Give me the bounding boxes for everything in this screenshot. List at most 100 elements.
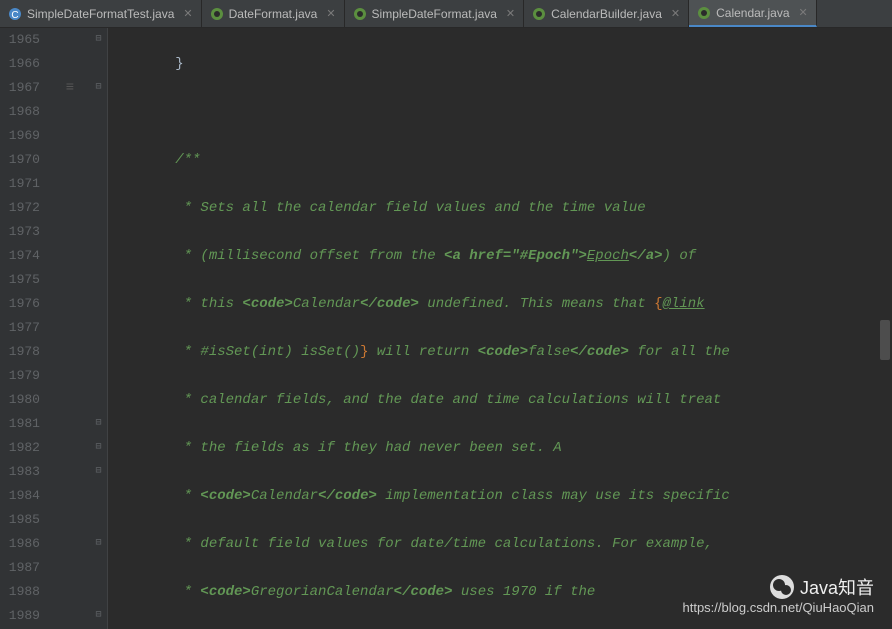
- fold-marker: [90, 100, 107, 124]
- fold-marker: [90, 556, 107, 580]
- fold-marker: [90, 364, 107, 388]
- tab-simpledateformattest[interactable]: C SimpleDateFormatTest.java ✕: [0, 0, 202, 27]
- line-number: 1974: [0, 244, 40, 268]
- line-number: 1971: [0, 172, 40, 196]
- bookmark-icon: [50, 196, 90, 220]
- fold-marker: [90, 52, 107, 76]
- fold-column[interactable]: ⊟⊟⊟⊟⊟⊟⊟: [90, 28, 108, 629]
- fold-marker[interactable]: ⊟: [90, 76, 107, 100]
- java-icon: [353, 7, 367, 21]
- line-number: 1979: [0, 364, 40, 388]
- tab-simpledateformat[interactable]: SimpleDateFormat.java ✕: [345, 0, 525, 27]
- fold-marker: [90, 340, 107, 364]
- line-number: 1967: [0, 76, 40, 100]
- line-number: 1980: [0, 388, 40, 412]
- bookmark-icon: [50, 316, 90, 340]
- line-number: 1972: [0, 196, 40, 220]
- bookmark-column: ≡: [50, 28, 90, 629]
- bookmark-icon: [50, 340, 90, 364]
- tab-dateformat[interactable]: DateFormat.java ✕: [202, 0, 345, 27]
- bookmark-icon: [50, 52, 90, 76]
- line-number: 1966: [0, 52, 40, 76]
- line-number: 1983: [0, 460, 40, 484]
- line-number: 1984: [0, 484, 40, 508]
- code-area[interactable]: } /** * Sets all the calendar field valu…: [108, 28, 892, 629]
- bookmark-icon: [50, 556, 90, 580]
- line-number: 1986: [0, 532, 40, 556]
- code-text: }: [108, 56, 184, 72]
- line-number: 1965: [0, 28, 40, 52]
- svg-text:C: C: [11, 10, 18, 21]
- bookmark-icon: [50, 484, 90, 508]
- line-number: 1970: [0, 148, 40, 172]
- java-icon: [697, 6, 711, 20]
- fold-marker: [90, 148, 107, 172]
- bookmark-icon: [50, 220, 90, 244]
- close-icon[interactable]: ✕: [326, 7, 335, 20]
- line-number: 1989: [0, 604, 40, 628]
- tab-label: CalendarBuilder.java: [551, 7, 662, 21]
- bookmark-icon: [50, 100, 90, 124]
- close-icon[interactable]: ✕: [183, 7, 192, 20]
- bookmark-icon: [50, 388, 90, 412]
- bookmark-icon: [50, 604, 90, 628]
- bookmark-icon: [50, 412, 90, 436]
- close-icon[interactable]: ✕: [671, 7, 680, 20]
- bookmark-icon: [50, 532, 90, 556]
- fold-marker: [90, 484, 107, 508]
- line-number-gutter: 1965196619671968196919701971197219731974…: [0, 28, 50, 629]
- scroll-thumb[interactable]: [880, 320, 890, 360]
- fold-marker: [90, 124, 107, 148]
- bookmark-icon: [50, 364, 90, 388]
- fold-marker: [90, 580, 107, 604]
- code-editor[interactable]: 1965196619671968196919701971197219731974…: [0, 28, 892, 629]
- line-number: 1987: [0, 556, 40, 580]
- fold-marker: [90, 220, 107, 244]
- java-icon: [532, 7, 546, 21]
- bookmark-icon: [50, 508, 90, 532]
- bookmark-icon: [50, 124, 90, 148]
- line-number: 1977: [0, 316, 40, 340]
- bookmark-icon: [50, 28, 90, 52]
- fold-marker: [90, 388, 107, 412]
- fold-marker: [90, 268, 107, 292]
- line-number: 1975: [0, 268, 40, 292]
- line-number: 1988: [0, 580, 40, 604]
- fold-marker: [90, 244, 107, 268]
- fold-marker[interactable]: ⊟: [90, 28, 107, 52]
- bookmark-icon: [50, 268, 90, 292]
- tab-label: SimpleDateFormat.java: [372, 7, 497, 21]
- tab-calendar[interactable]: Calendar.java ✕: [689, 0, 817, 27]
- close-icon[interactable]: ✕: [799, 6, 808, 19]
- fold-marker: [90, 508, 107, 532]
- fold-marker: [90, 196, 107, 220]
- bookmark-icon: [50, 436, 90, 460]
- bookmark-icon: [50, 148, 90, 172]
- line-number: 1973: [0, 220, 40, 244]
- line-number: 1968: [0, 100, 40, 124]
- bookmark-icon: ≡: [50, 76, 90, 100]
- fold-marker: [90, 172, 107, 196]
- bookmark-icon: [50, 460, 90, 484]
- line-number: 1976: [0, 292, 40, 316]
- editor-tabbar: C SimpleDateFormatTest.java ✕ DateFormat…: [0, 0, 892, 28]
- bookmark-icon: [50, 244, 90, 268]
- fold-marker[interactable]: ⊟: [90, 532, 107, 556]
- bookmark-icon: [50, 580, 90, 604]
- vertical-scrollbar[interactable]: [880, 40, 890, 621]
- line-number: 1981: [0, 412, 40, 436]
- fold-marker[interactable]: ⊟: [90, 460, 107, 484]
- line-number: 1978: [0, 340, 40, 364]
- line-number: 1985: [0, 508, 40, 532]
- bookmark-icon: [50, 172, 90, 196]
- class-icon: C: [8, 7, 22, 21]
- fold-marker[interactable]: ⊟: [90, 604, 107, 628]
- tab-calendarbuilder[interactable]: CalendarBuilder.java ✕: [524, 0, 689, 27]
- fold-marker[interactable]: ⊟: [90, 436, 107, 460]
- line-number: 1969: [0, 124, 40, 148]
- line-number: 1982: [0, 436, 40, 460]
- fold-marker[interactable]: ⊟: [90, 412, 107, 436]
- javadoc-start: /**: [175, 152, 200, 168]
- close-icon[interactable]: ✕: [506, 7, 515, 20]
- tab-label: SimpleDateFormatTest.java: [27, 7, 174, 21]
